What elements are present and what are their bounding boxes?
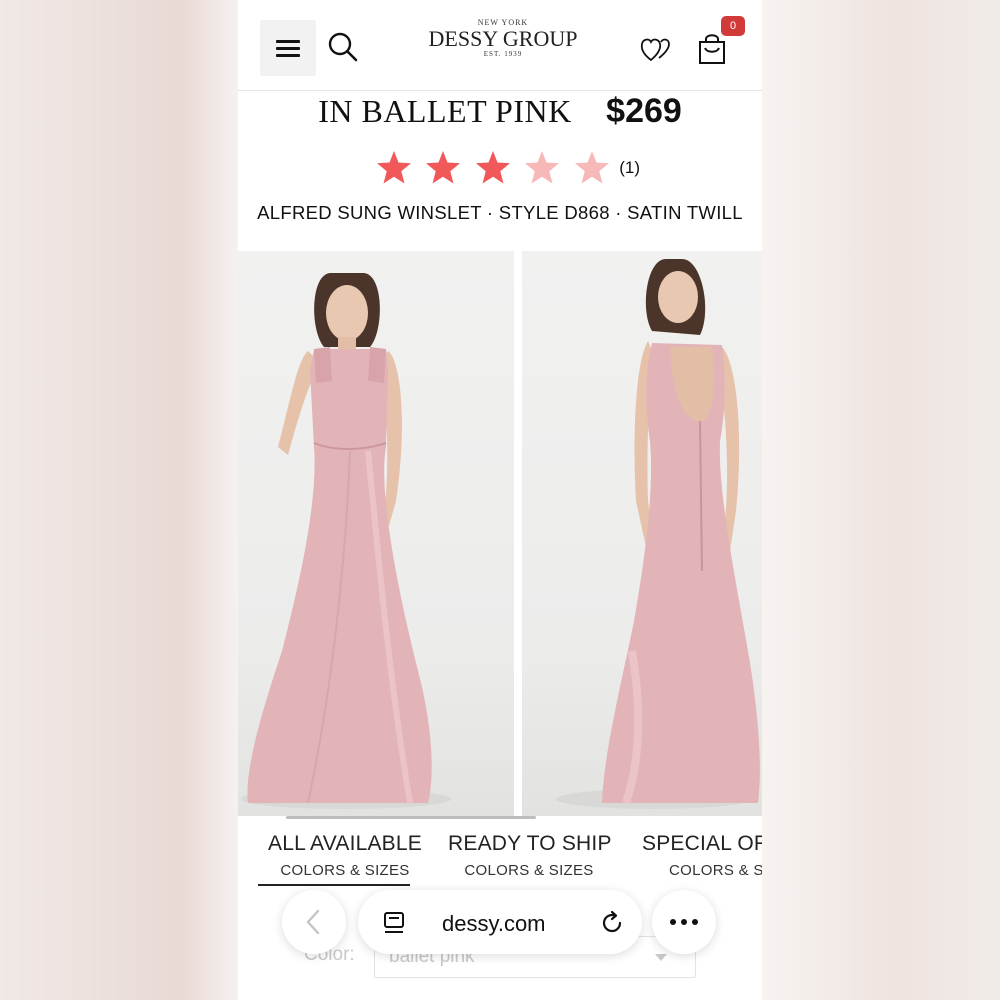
tab-title: ALL AVAILABLE xyxy=(268,832,422,855)
more-dots-icon xyxy=(670,919,698,925)
url-text: dessy.com xyxy=(442,911,546,936)
tab-subtitle: COLORS & SIZES xyxy=(464,862,594,879)
product-photo-front[interactable] xyxy=(238,251,514,816)
menu-icon-bar xyxy=(276,54,300,57)
site-header: NEW YORK DESSY GROUP EST. 1939 0 xyxy=(238,0,762,91)
gallery-scrollbar[interactable] xyxy=(286,816,536,819)
logo-name: DESSY GROUP xyxy=(428,26,578,51)
background-right xyxy=(762,0,1000,1000)
product-title-row: IN BALLET PINK $269 xyxy=(238,92,762,140)
tab-title: SPECIAL OF xyxy=(642,832,762,855)
star-icon xyxy=(574,151,609,184)
phone-screen: NEW YORK DESSY GROUP EST. 1939 0 IN BALL… xyxy=(238,0,762,1000)
tab-special-order[interactable]: SPECIAL OF COLORS & SI xyxy=(642,832,762,879)
rating-count[interactable]: (1) xyxy=(619,158,640,178)
rating-stars[interactable]: (1) xyxy=(376,150,640,190)
back-button[interactable] xyxy=(282,890,346,954)
wishlist-heart-icon[interactable] xyxy=(640,34,672,64)
tab-overview-icon[interactable] xyxy=(382,911,406,935)
menu-button[interactable] xyxy=(260,20,316,76)
tab-ready-to-ship[interactable]: READY TO SHIP COLORS & SIZES xyxy=(448,832,612,879)
star-icon xyxy=(525,151,560,184)
availability-tabs: ALL AVAILABLE COLORS & SIZES READY TO SH… xyxy=(238,822,762,892)
search-icon[interactable] xyxy=(326,30,360,64)
address-bar[interactable]: dessy.com xyxy=(358,890,642,954)
shopping-bag-icon[interactable] xyxy=(696,32,728,66)
product-price: $269 xyxy=(606,92,682,130)
star-icon xyxy=(475,151,510,184)
reload-icon[interactable] xyxy=(600,910,626,936)
cart-count-badge: 0 xyxy=(721,16,745,36)
more-options-button[interactable] xyxy=(652,890,716,954)
tab-title: READY TO SHIP xyxy=(448,832,612,855)
product-color-title: IN BALLET PINK xyxy=(318,93,572,129)
product-subtitle: ALFRED SUNG WINSLET · STYLE D868 · SATIN… xyxy=(257,202,743,223)
tab-subtitle: COLORS & SIZES xyxy=(280,862,410,879)
tab-subtitle: COLORS & SI xyxy=(669,862,762,879)
active-tab-indicator xyxy=(258,884,410,886)
product-photo-back[interactable] xyxy=(522,251,762,816)
menu-icon xyxy=(276,40,300,43)
browser-toolbar: dessy.com xyxy=(238,888,762,960)
site-logo[interactable]: NEW YORK DESSY GROUP EST. 1939 xyxy=(418,18,588,58)
star-icon xyxy=(426,151,461,184)
tab-all-available[interactable]: ALL AVAILABLE COLORS & SIZES xyxy=(258,832,432,879)
star-icon xyxy=(377,151,411,184)
menu-icon-bar xyxy=(276,47,300,50)
product-gallery[interactable] xyxy=(238,251,762,816)
chevron-left-icon xyxy=(306,909,320,935)
